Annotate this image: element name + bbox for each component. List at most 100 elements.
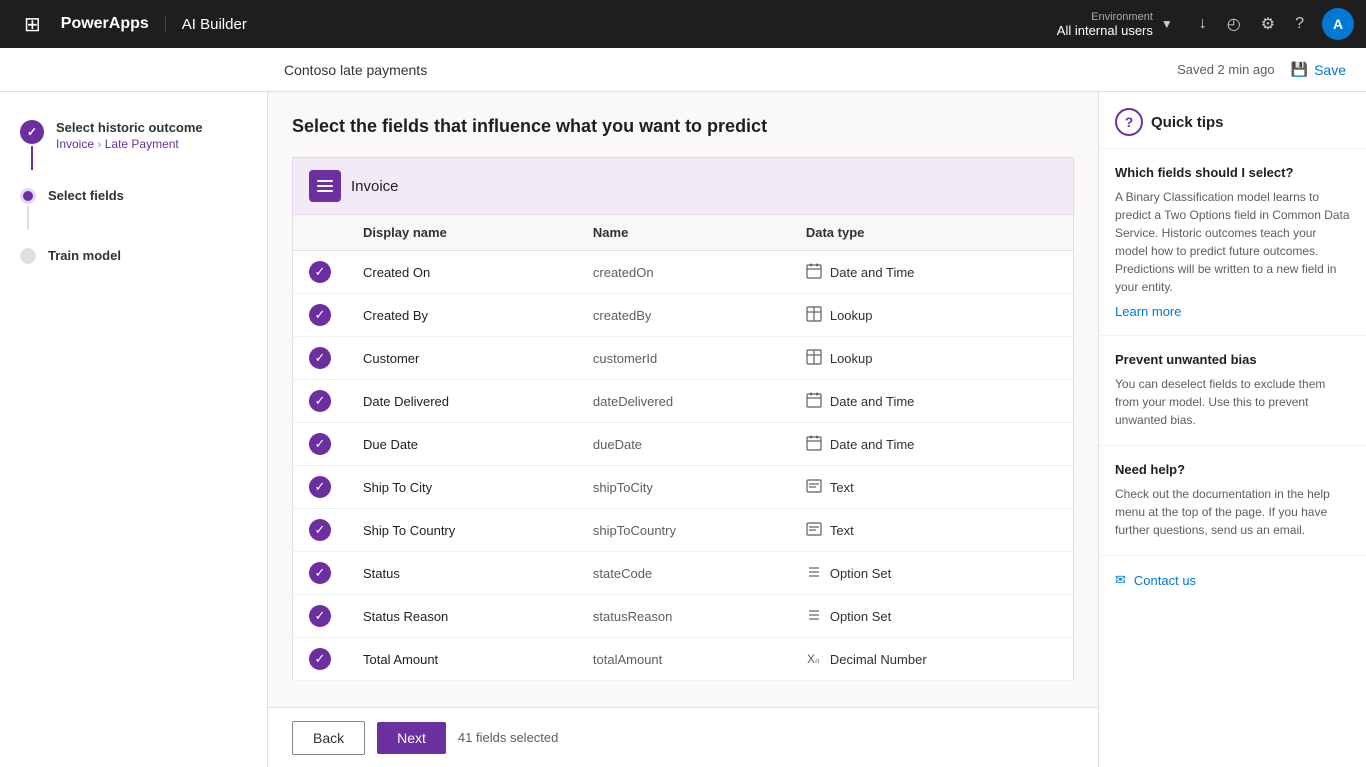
step-content-3: Train model [48, 248, 247, 263]
row-check-7[interactable]: ✓ [293, 552, 348, 595]
row-name-6: shipToCountry [577, 509, 790, 552]
table-row: ✓ Status Reason statusReason Option Set [293, 595, 1074, 638]
dt-label-6: Text [830, 523, 854, 538]
row-data-type-7: Option Set [790, 552, 1074, 595]
dt-icon-7 [806, 564, 822, 583]
tip-title-prevent-bias: Prevent unwanted bias [1115, 352, 1350, 367]
row-name-0: createdOn [577, 251, 790, 294]
row-check-6[interactable]: ✓ [293, 509, 348, 552]
table-row: ✓ Status stateCode Option Set [293, 552, 1074, 595]
fields-table: Display name Name Data type ✓ Created On… [292, 215, 1074, 681]
checkbox-6[interactable]: ✓ [309, 519, 331, 541]
row-check-8[interactable]: ✓ [293, 595, 348, 638]
row-check-9[interactable]: ✓ [293, 638, 348, 681]
next-button[interactable]: Next [377, 722, 446, 754]
row-check-4[interactable]: ✓ [293, 423, 348, 466]
row-display-name-5: Ship To City [347, 466, 577, 509]
dt-label-5: Text [830, 480, 854, 495]
row-check-0[interactable]: ✓ [293, 251, 348, 294]
contact-us-icon: ✉ [1115, 572, 1126, 588]
tip-title-which-fields: Which fields should I select? [1115, 165, 1350, 180]
step-subtitle-sep: › [97, 137, 104, 151]
checkbox-8[interactable]: ✓ [309, 605, 331, 627]
avatar[interactable]: A [1322, 8, 1354, 40]
step-indicator-3 [20, 248, 36, 264]
aibuilder-label: AI Builder [182, 16, 247, 33]
step-indicator-2 [20, 188, 36, 232]
sidebar-step-historic: ✓ Select historic outcome Invoice › Late… [0, 112, 267, 180]
dt-icon-5 [806, 478, 822, 497]
row-check-1[interactable]: ✓ [293, 294, 348, 337]
checkbox-5[interactable]: ✓ [309, 476, 331, 498]
svg-text:Xₙ: Xₙ [807, 652, 820, 666]
download-icon[interactable]: ↓ [1189, 15, 1217, 33]
row-display-name-7: Status [347, 552, 577, 595]
waffle-icon[interactable]: ⊞ [12, 12, 53, 37]
help-icon[interactable]: ? [1285, 15, 1314, 33]
env-chevron-icon[interactable]: ▼ [1161, 17, 1173, 31]
row-data-type-9: Xₙ Decimal Number [790, 638, 1074, 681]
quick-tips-title: Quick tips [1151, 114, 1224, 131]
table-row: ✓ Ship To Country shipToCountry Text [293, 509, 1074, 552]
checkbox-2[interactable]: ✓ [309, 347, 331, 369]
checkbox-7[interactable]: ✓ [309, 562, 331, 584]
row-data-type-3: Date and Time [790, 380, 1074, 423]
step-subtitle-latepayment: Late Payment [105, 137, 179, 151]
back-button[interactable]: Back [292, 721, 365, 755]
checkbox-9[interactable]: ✓ [309, 648, 331, 670]
environment-name: All internal users [1057, 23, 1153, 38]
contact-us-label: Contact us [1134, 573, 1196, 588]
row-display-name-4: Due Date [347, 423, 577, 466]
row-check-5[interactable]: ✓ [293, 466, 348, 509]
subheader: Contoso late payments Saved 2 min ago 💾 … [0, 48, 1366, 92]
row-data-type-4: Date and Time [790, 423, 1074, 466]
step-subtitle-invoice: Invoice [56, 137, 94, 151]
row-data-type-5: Text [790, 466, 1074, 509]
dt-label-8: Option Set [830, 609, 891, 624]
tip-text-prevent-bias: You can deselect fields to exclude them … [1115, 375, 1350, 429]
row-data-type-8: Option Set [790, 595, 1074, 638]
row-name-9: totalAmount [577, 638, 790, 681]
table-row: ✓ Customer customerId Lookup [293, 337, 1074, 380]
step-line-2 [27, 206, 29, 230]
step-title-2: Select fields [48, 188, 247, 203]
dt-icon-1 [806, 306, 822, 325]
dt-label-7: Option Set [830, 566, 891, 581]
row-name-3: dateDelivered [577, 380, 790, 423]
content-wrapper: Select the fields that influence what yo… [268, 92, 1098, 767]
dt-icon-3 [806, 392, 822, 411]
tip-section-prevent-bias: Prevent unwanted bias You can deselect f… [1099, 336, 1366, 446]
row-check-3[interactable]: ✓ [293, 380, 348, 423]
checkbox-1[interactable]: ✓ [309, 304, 331, 326]
save-label: Save [1314, 62, 1346, 78]
sidebar-step-fields: Select fields [0, 180, 267, 240]
row-check-2[interactable]: ✓ [293, 337, 348, 380]
dt-label-9: Decimal Number [830, 652, 927, 667]
contact-us-link[interactable]: ✉ Contact us [1099, 556, 1366, 604]
checkbox-3[interactable]: ✓ [309, 390, 331, 412]
checkbox-4[interactable]: ✓ [309, 433, 331, 455]
dt-label-3: Date and Time [830, 394, 915, 409]
row-name-8: statusReason [577, 595, 790, 638]
table-header-row: Display name Name Data type [293, 215, 1074, 251]
save-button[interactable]: 💾 Save [1291, 61, 1346, 78]
dt-label-4: Date and Time [830, 437, 915, 452]
right-panel: ? Quick tips Which fields should I selec… [1098, 92, 1366, 767]
dt-label-2: Lookup [830, 351, 873, 366]
tip-text-need-help: Check out the documentation in the help … [1115, 485, 1350, 539]
tip-text-which-fields: A Binary Classification model learns to … [1115, 188, 1350, 296]
checkbox-0[interactable]: ✓ [309, 261, 331, 283]
entity-name: Invoice [351, 178, 399, 195]
quick-tips-icon: ? [1115, 108, 1143, 136]
col-data-type: Data type [790, 215, 1074, 251]
settings-icon[interactable]: ⚙ [1251, 14, 1285, 34]
table-row: ✓ Date Delivered dateDelivered Date and … [293, 380, 1074, 423]
row-display-name-1: Created By [347, 294, 577, 337]
bell-icon[interactable]: ◴ [1217, 14, 1251, 34]
sidebar: ✓ Select historic outcome Invoice › Late… [0, 92, 268, 767]
dt-label-0: Date and Time [830, 265, 915, 280]
environment-selector[interactable]: Environment All internal users [1057, 11, 1153, 38]
entity-header: Invoice [292, 157, 1074, 215]
learn-more-link[interactable]: Learn more [1115, 304, 1181, 319]
step-subtitle-1: Invoice › Late Payment [56, 137, 247, 151]
